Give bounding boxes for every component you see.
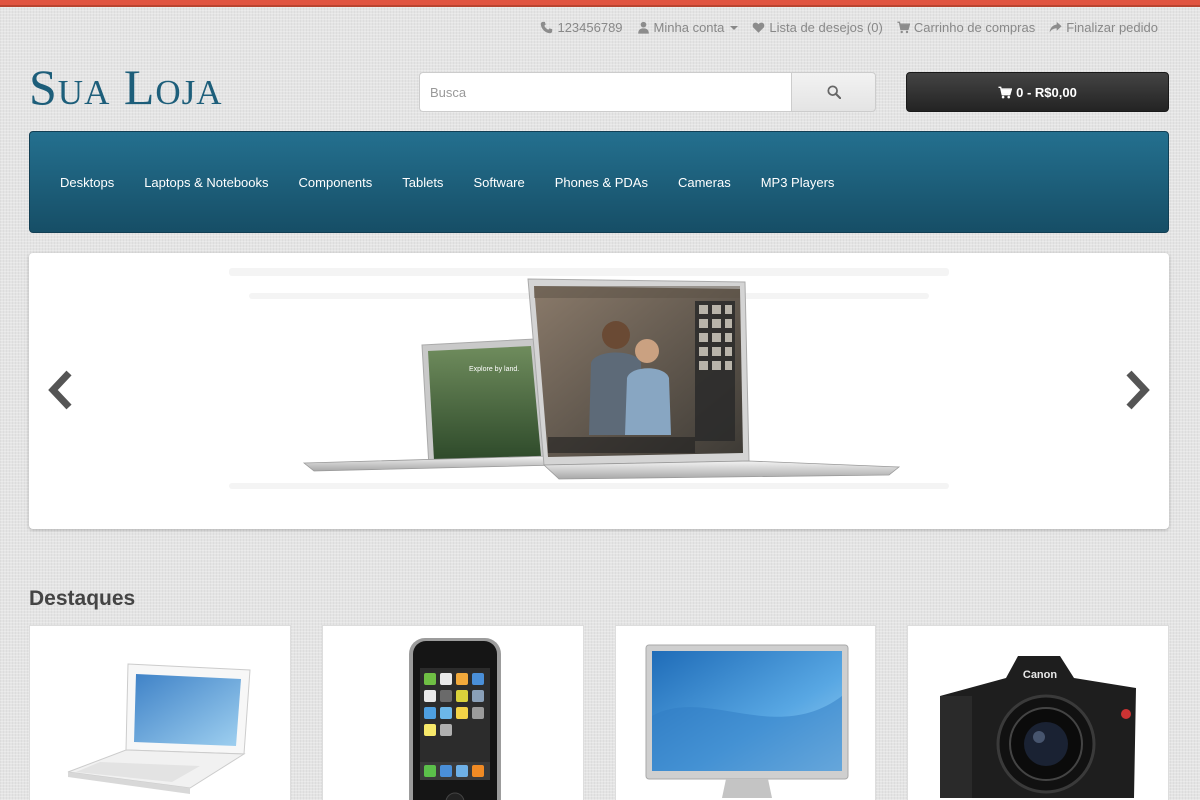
- account-label: Minha conta: [653, 20, 725, 35]
- heart-icon: [753, 22, 765, 33]
- cart-link[interactable]: Carrinho de compras: [897, 20, 1035, 35]
- phone-link[interactable]: 123456789: [540, 20, 623, 35]
- product-image-macbook: [67, 663, 251, 794]
- camera-brand-text: Canon: [1023, 669, 1058, 681]
- cart-button[interactable]: 0 - R$0,00: [906, 72, 1169, 112]
- wishlist-link[interactable]: Lista de desejos (0): [752, 20, 883, 35]
- search-button[interactable]: [791, 72, 876, 112]
- search-bar: [419, 72, 876, 112]
- menu-item-cameras[interactable]: Cameras: [663, 175, 746, 190]
- cart-label: Carrinho de compras: [913, 20, 1036, 35]
- featured-products: Canon: [29, 625, 1169, 800]
- product-image-iphone: [408, 638, 501, 800]
- phone-icon: [541, 21, 553, 34]
- caret-down-icon: [730, 25, 739, 30]
- cart-icon: [998, 86, 1013, 98]
- share-icon: [1049, 21, 1062, 33]
- product-image-cinema-display: [645, 644, 848, 798]
- checkout-label: Finalizar pedido: [1066, 20, 1158, 35]
- account-link[interactable]: Minha conta: [637, 20, 739, 35]
- menu-item-software[interactable]: Software: [458, 175, 539, 190]
- product-image-canon-camera: Canon: [940, 656, 1137, 798]
- product-card-canon-camera[interactable]: Canon: [907, 625, 1169, 800]
- phone-label: 123456789: [557, 20, 623, 35]
- checkout-link[interactable]: Finalizar pedido: [1049, 20, 1158, 35]
- menu-item-components[interactable]: Components: [284, 175, 388, 190]
- slide-prev-button[interactable]: [43, 368, 75, 412]
- cart-icon: [897, 21, 910, 34]
- product-card-macbook[interactable]: [29, 625, 291, 800]
- top-stripe: [0, 0, 1200, 7]
- user-icon: [637, 21, 649, 34]
- menu-item-desktops[interactable]: Desktops: [45, 175, 129, 190]
- top-links: 123456789 Minha conta Lista de desejos (…: [540, 20, 1158, 35]
- menu-item-mp3-players[interactable]: MP3 Players: [746, 175, 850, 190]
- slide-next-button[interactable]: [1123, 368, 1155, 412]
- featured-heading: Destaques: [29, 587, 136, 610]
- menu-item-laptops-notebooks[interactable]: Laptops & Notebooks: [129, 175, 283, 190]
- product-card-cinema-display[interactable]: [614, 625, 877, 800]
- slide-screen-text: Explore by land.: [469, 366, 519, 373]
- slide-image-macbook-air: Explore by land.: [229, 268, 949, 489]
- menu-item-tablets[interactable]: Tablets: [387, 175, 458, 190]
- category-menu: Desktops Laptops & Notebooks Components …: [29, 131, 1169, 233]
- cart-total: 0 - R$0,00: [1016, 84, 1077, 100]
- chevron-right-icon: [1126, 370, 1150, 410]
- menu-item-phones-pdas[interactable]: Phones & PDAs: [540, 175, 663, 190]
- search-icon: [826, 85, 841, 99]
- store-logo[interactable]: Sua Loja: [29, 60, 223, 115]
- slideshow: Explore by land.: [29, 253, 1169, 529]
- wishlist-label: Lista de desejos (0): [769, 20, 883, 35]
- chevron-left-icon: [48, 370, 72, 410]
- product-card-iphone[interactable]: [321, 625, 584, 800]
- search-input[interactable]: [419, 72, 791, 112]
